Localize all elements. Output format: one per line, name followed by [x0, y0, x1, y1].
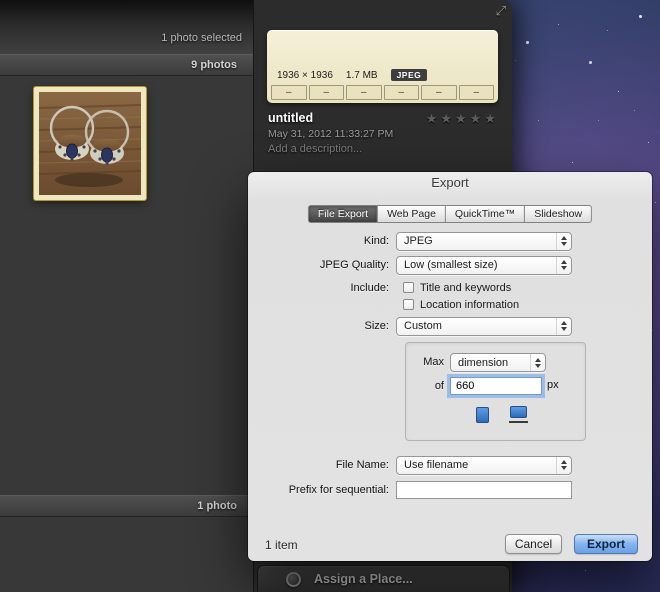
portrait-orientation-button[interactable] [469, 401, 495, 428]
lower-album-header: 1 photo [0, 495, 253, 517]
photo-date: May 31, 2012 11:33:27 PM [268, 128, 394, 140]
dash-cell: – [458, 85, 494, 100]
px-unit-label: px [547, 379, 559, 391]
dash-cell: – [308, 85, 344, 100]
dropdown-arrows-icon [556, 317, 571, 335]
file-name-dropdown[interactable]: Use filename [396, 455, 572, 475]
custom-size-group: Max dimension of px [405, 342, 586, 441]
max-label: Max [423, 356, 444, 368]
assign-place-label: Assign a Place... [314, 572, 413, 586]
location-info-option: Location information [403, 297, 519, 312]
item-count: 1 item [265, 538, 298, 552]
file-name-row: File Name: Use filename [248, 455, 572, 475]
photo-dimensions: 1936 × 1936 [277, 69, 333, 81]
quality-label: JPEG Quality: [319, 259, 389, 271]
dropdown-arrows-icon [556, 232, 571, 250]
max-size-input[interactable] [450, 377, 542, 395]
browser-top-bar: 1 photo selected [0, 0, 253, 54]
title-keywords-label: Title and keywords [420, 281, 512, 294]
quality-dropdown[interactable]: Low (smallest size) [396, 255, 572, 275]
size-dropdown[interactable]: Custom [396, 316, 572, 336]
dropdown-arrows-icon [530, 354, 545, 371]
earrings-photo [39, 92, 141, 195]
export-button[interactable]: Export [574, 534, 638, 554]
selected-status-text: 1 photo selected [161, 32, 242, 44]
star-rating[interactable]: ★★★★★ [426, 111, 499, 127]
include-row: Include: [248, 278, 396, 298]
dialog-title: Export [431, 175, 469, 190]
dropdown-arrows-icon [556, 256, 571, 274]
prefix-row: Prefix for sequential: [248, 480, 572, 500]
portrait-icon [475, 406, 489, 423]
tab-slideshow[interactable]: Slideshow [525, 205, 593, 223]
album-header: 9 photos [0, 54, 253, 76]
of-label: of [434, 380, 444, 392]
film-info-row: 1936 × 1936 1.7 MB JPEG [277, 69, 428, 81]
landscape-orientation-button[interactable] [505, 401, 531, 428]
file-name-label: File Name: [335, 459, 389, 471]
photo-thumbnail[interactable] [34, 87, 146, 200]
screen: ⤢ 1 photo selected 9 photos 1 photo 1936… [0, 0, 660, 592]
quality-row: JPEG Quality: Low (smallest size) [248, 255, 572, 275]
size-row: Size: Custom [248, 316, 572, 336]
dash-cell: – [271, 85, 307, 100]
film-dash-row: – – – – – – [271, 85, 494, 100]
tab-file-export[interactable]: File Export [307, 205, 379, 223]
max-dimension-value: dimension [458, 356, 509, 369]
file-name-value: Use filename [404, 459, 469, 471]
tab-web-page[interactable]: Web Page [378, 205, 446, 223]
include-label: Include: [350, 282, 389, 294]
add-description-field[interactable]: Add a description... [268, 143, 362, 155]
selected-underline [508, 421, 528, 423]
title-keywords-option: Title and keywords [403, 280, 511, 295]
export-dialog: Export File Export Web Page QuickTime™ S… [248, 172, 652, 561]
quality-value: Low (smallest size) [404, 259, 498, 271]
tab-quicktime[interactable]: QuickTime™ [445, 205, 526, 223]
size-value: Custom [404, 320, 442, 332]
location-info-checkbox[interactable] [403, 299, 414, 310]
max-dimension-dropdown[interactable]: dimension [450, 353, 546, 372]
export-tabs: File Export Web Page QuickTime™ Slidesho… [307, 205, 593, 223]
dropdown-arrows-icon [556, 456, 571, 474]
expand-window-icon[interactable]: ⤢ [496, 4, 506, 17]
dash-cell: – [383, 85, 419, 100]
place-pin-icon [286, 571, 301, 587]
film-strip-preview: 1936 × 1936 1.7 MB JPEG – – – – – – [267, 30, 498, 103]
kind-dropdown[interactable]: JPEG [396, 231, 572, 251]
kind-label: Kind: [363, 235, 389, 247]
size-label: Size: [364, 320, 389, 332]
landscape-icon [509, 406, 527, 418]
cancel-button[interactable]: Cancel [505, 534, 562, 554]
kind-row: Kind: JPEG [248, 231, 572, 251]
prefix-input[interactable] [396, 481, 572, 499]
dash-cell: – [421, 85, 457, 100]
kind-value: JPEG [404, 235, 433, 247]
format-badge: JPEG [390, 69, 428, 81]
dash-cell: – [346, 85, 382, 100]
photo-browser-pane: 1 photo selected 9 photos 1 photo [0, 0, 253, 592]
photo-title[interactable]: untitled [268, 111, 313, 125]
title-keywords-checkbox[interactable] [403, 282, 414, 293]
assign-place-button[interactable]: Assign a Place... [257, 565, 510, 592]
photo-filesize: 1.7 MB [345, 69, 378, 81]
prefix-label: Prefix for sequential: [288, 484, 389, 496]
location-info-label: Location information [420, 298, 520, 311]
